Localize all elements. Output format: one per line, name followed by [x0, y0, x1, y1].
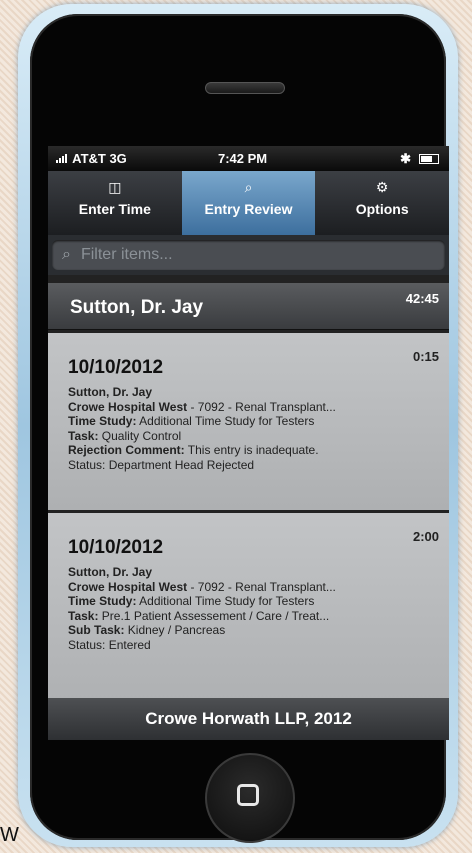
battery-icon	[419, 153, 439, 164]
earpiece-speaker	[205, 82, 285, 94]
tab-entry-review[interactable]: ⌕ Entry Review	[181, 171, 316, 235]
group-total: 42:45	[405, 291, 439, 306]
entry-date: 10/10/2012	[68, 537, 164, 558]
entry-item[interactable]: 10/10/2012 2:00 Sutton, Dr. Jay Crowe Ho…	[48, 510, 449, 710]
carrier-label: AT&T 3G	[72, 151, 127, 166]
search-icon: ⌕	[62, 246, 71, 263]
filter-bar: ⌕	[48, 235, 449, 275]
entry-duration: 0:15	[412, 349, 439, 364]
home-button[interactable]	[205, 753, 295, 843]
filter-input[interactable]	[78, 245, 403, 265]
entry-person: Sutton, Dr. Jay	[68, 565, 153, 579]
search-icon: ⌕	[244, 179, 253, 195]
tab-enter-time[interactable]: ◫ Enter Time	[48, 171, 182, 235]
signal-icon	[56, 153, 67, 163]
group-header[interactable]: Sutton, Dr. Jay 42:45	[48, 283, 449, 330]
entry-item[interactable]: 10/10/2012 0:15 Sutton, Dr. Jay Crowe Ho…	[48, 330, 449, 510]
app-screen: AT&T 3G 7:42 PM ✱ ◫ Enter Time ⌕ Entry R…	[48, 146, 449, 740]
entry-status: Status: Entered	[68, 637, 151, 652]
tab-options[interactable]: ⚙ Options	[315, 171, 449, 235]
entry-status: Status: Department Head Rejected	[68, 457, 255, 472]
gear-icon: ⚙	[375, 179, 389, 195]
tab-bar: ◫ Enter Time ⌕ Entry Review ⚙ Options	[48, 171, 449, 235]
entry-date: 10/10/2012	[68, 357, 164, 378]
filter-box: ⌕	[52, 240, 445, 270]
entry-person: Sutton, Dr. Jay	[68, 385, 153, 399]
home-square-icon	[237, 784, 259, 806]
footer-bar: Crowe Horwath LLP, 2012	[48, 698, 449, 740]
group-name: Sutton, Dr. Jay	[70, 297, 204, 318]
clock: 7:42 PM	[218, 151, 268, 166]
entry-duration: 2:00	[412, 529, 439, 544]
list-icon: ◫	[108, 179, 122, 195]
bluetooth-icon: ✱	[400, 151, 411, 166]
status-bar: AT&T 3G 7:42 PM ✱	[48, 146, 449, 171]
corner-text: W	[0, 824, 19, 846]
